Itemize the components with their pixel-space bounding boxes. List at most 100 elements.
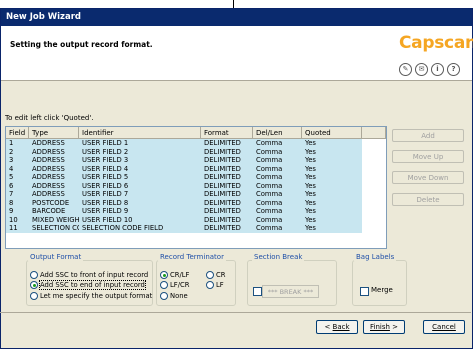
field-table[interactable]: Field Type Identifier Format Del/Len Quo…	[5, 126, 387, 249]
cell-type: ADDRESS	[32, 181, 65, 190]
cell-quoted[interactable]: Yes	[302, 216, 362, 225]
cell-field: 6	[9, 181, 14, 190]
table-row[interactable]: 6 ADDRESS USER FIELD 6 DELIMITED Comma Yes	[6, 181, 386, 191]
cancel-button[interactable]: Cancel	[423, 320, 465, 334]
cell-format: DELIMITED	[204, 198, 241, 207]
cell-del-len: Comma	[256, 139, 283, 147]
cell-type: ADDRESS	[32, 156, 65, 164]
row-filler	[362, 198, 386, 207]
radio-dot[interactable]	[160, 271, 168, 279]
cell-quoted[interactable]: Yes	[302, 190, 362, 199]
delete-button[interactable]: Delete	[392, 193, 464, 206]
finish-button[interactable]: Finish >	[363, 320, 405, 334]
col-format[interactable]: Format	[201, 127, 253, 139]
cell-identifier: USER FIELD 5	[82, 173, 129, 181]
cell-format: DELIMITED	[204, 164, 241, 173]
cell-format: DELIMITED	[204, 181, 241, 190]
table-row[interactable]: 7 ADDRESS USER FIELD 7 DELIMITED Comma Yes	[6, 190, 386, 199]
cell-del-len: Comma	[256, 198, 283, 207]
table-row[interactable]: 3 ADDRESS USER FIELD 3 DELIMITED Comma Yes	[6, 156, 386, 165]
row-filler	[362, 147, 386, 156]
radio-dot[interactable]	[206, 271, 214, 279]
cell-quoted[interactable]: Yes	[302, 182, 362, 191]
col-identifier[interactable]: Identifier	[79, 127, 201, 139]
merge-checkbox[interactable]	[360, 287, 369, 296]
cell-identifier: SELECTION CODE FIELD	[82, 224, 164, 232]
radio-dot[interactable]	[160, 281, 168, 289]
cell-del-len: Comma	[256, 181, 283, 190]
cell-field: 5	[9, 173, 14, 181]
back-label: Back	[332, 323, 350, 331]
col-type[interactable]: Type	[29, 127, 79, 139]
table-row[interactable]: 11 SELECTION CODESELECTION CODE FIELD DELI…	[6, 224, 386, 233]
cell-del-len: Comma	[256, 147, 283, 156]
window-title: New Job Wizard	[1, 9, 472, 26]
row-filler	[362, 156, 386, 165]
cell-del-len: Comma	[256, 164, 283, 173]
section-break-input[interactable]: *** BREAK ***	[262, 285, 319, 298]
row-filler	[362, 164, 386, 173]
radio-cr[interactable]: CR	[206, 271, 225, 279]
finish-label: Finish	[369, 323, 390, 331]
row-filler	[362, 190, 386, 199]
info-icon[interactable]: i	[431, 63, 444, 76]
cell-quoted[interactable]: Yes	[302, 156, 362, 165]
radio-specify-format[interactable]: Let me specify the output format	[30, 292, 152, 300]
radio-dot[interactable]	[206, 281, 214, 289]
cell-field: 7	[9, 190, 14, 198]
mail-icon[interactable]: ✉	[415, 63, 428, 76]
table-row[interactable]: 5 ADDRESS USER FIELD 5 DELIMITED Comma Yes	[6, 173, 386, 182]
table-row[interactable]: 8 POSTCODE USER FIELD 8 DELIMITED Comma Yes	[6, 198, 386, 208]
radio-lf[interactable]: LF	[206, 281, 224, 289]
radio-dot[interactable]	[30, 292, 38, 300]
row-filler	[362, 173, 386, 182]
radio-lfcr[interactable]: LF/CR	[160, 281, 189, 289]
move-down-button[interactable]: Move Down	[392, 171, 464, 184]
cell-quoted[interactable]: Yes	[302, 207, 362, 216]
col-field[interactable]: Field	[6, 127, 29, 139]
capscan-logo: Capscan	[399, 33, 473, 53]
wizard-header: Setting the output record format. Capsca…	[1, 26, 473, 81]
cell-field: 4	[9, 164, 14, 173]
radio-ssc-end[interactable]: Add SSC to end of input record	[30, 280, 146, 290]
table-row[interactable]: 10 MIXED WEIGHTSUSER FIELD 10 DELIMITED Com…	[6, 215, 386, 225]
row-filler	[362, 139, 386, 148]
cell-quoted[interactable]: Yes	[302, 139, 362, 148]
table-row[interactable]: 1 ADDRESS USER FIELD 1 DELIMITED Comma Yes	[6, 139, 386, 148]
radio-dot[interactable]	[160, 292, 168, 300]
add-button[interactable]: Add	[392, 129, 464, 142]
section-break-checkbox[interactable]	[253, 287, 262, 296]
footer-divider	[0, 312, 471, 313]
cell-del-len: Comma	[256, 215, 283, 224]
cell-quoted[interactable]: Yes	[302, 224, 362, 233]
cell-identifier: USER FIELD 2	[82, 147, 129, 156]
cell-field: 11	[9, 224, 18, 232]
cell-quoted[interactable]: Yes	[302, 199, 362, 208]
help-icon[interactable]: ?	[447, 63, 460, 76]
cell-type: POSTCODE	[32, 198, 70, 207]
radio-crlf[interactable]: CR/LF	[160, 271, 189, 279]
cell-format: DELIMITED	[204, 173, 241, 181]
col-quoted[interactable]: Quoted	[302, 127, 362, 139]
cell-format: DELIMITED	[204, 207, 241, 215]
table-row[interactable]: 4 ADDRESS USER FIELD 4 DELIMITED Comma Yes	[6, 164, 386, 174]
radio-dot[interactable]	[30, 271, 38, 279]
row-filler	[362, 207, 386, 216]
edit-icon[interactable]: ✎	[399, 63, 412, 76]
table-row[interactable]: 2 ADDRESS USER FIELD 2 DELIMITED Comma Yes	[6, 147, 386, 157]
cell-del-len: Comma	[256, 156, 283, 164]
cell-identifier: USER FIELD 10	[82, 215, 133, 224]
move-up-button[interactable]: Move Up	[392, 150, 464, 163]
table-row[interactable]: 9 BARCODE USER FIELD 9 DELIMITED Comma Yes	[6, 207, 386, 216]
radio-ssc-front[interactable]: Add SSC to front of input record	[30, 271, 148, 279]
cell-quoted[interactable]: Yes	[302, 173, 362, 182]
cell-quoted[interactable]: Yes	[302, 165, 362, 174]
cell-quoted[interactable]: Yes	[302, 148, 362, 157]
col-del-len[interactable]: Del/Len	[253, 127, 302, 139]
cell-identifier: USER FIELD 9	[82, 207, 129, 215]
cell-type: BARCODE	[32, 207, 66, 215]
radio-dot[interactable]	[30, 281, 38, 289]
back-button[interactable]: < Back	[316, 320, 358, 334]
cell-field: 2	[9, 147, 14, 156]
radio-none[interactable]: None	[160, 292, 188, 300]
